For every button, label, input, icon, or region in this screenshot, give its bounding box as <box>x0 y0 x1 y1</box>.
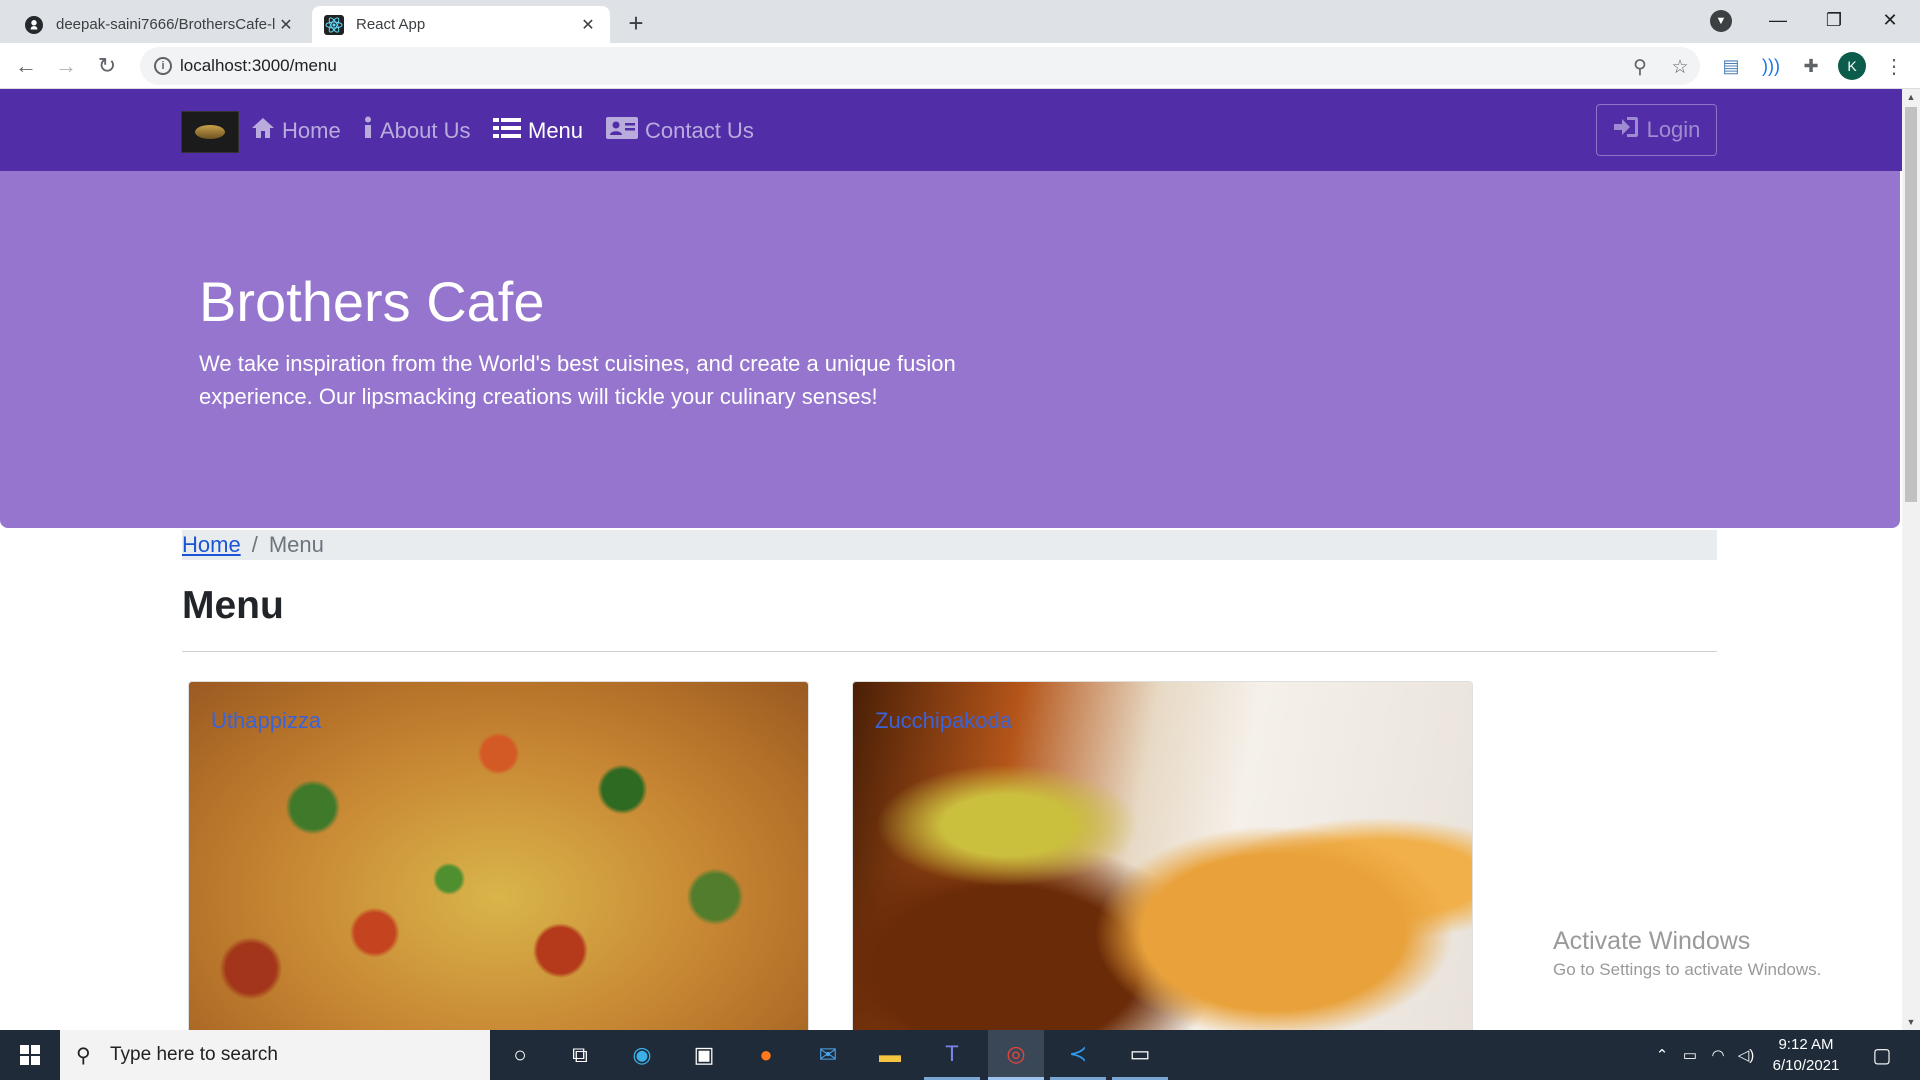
dish-image <box>853 682 1472 1030</box>
login-button[interactable]: Login <box>1596 104 1717 156</box>
volume-icon[interactable]: ◁) <box>1732 1030 1760 1080</box>
divider <box>182 651 1717 652</box>
nav-menu-label: Menu <box>528 118 584 143</box>
store-icon[interactable]: ▣ <box>676 1030 732 1080</box>
firefox-icon[interactable]: ● <box>738 1030 794 1080</box>
scroll-thumb[interactable] <box>1905 107 1917 502</box>
address-bar[interactable]: i localhost:3000/menu ⚲ ☆ <box>140 47 1700 85</box>
cortana-icon[interactable]: ○ <box>492 1030 548 1080</box>
dish-image <box>189 682 808 1030</box>
vscode-icon[interactable]: ≺ <box>1050 1030 1106 1080</box>
reload-button[interactable]: ↻ <box>93 52 121 80</box>
restore-button[interactable]: ❐ <box>1806 0 1862 40</box>
home-icon <box>251 117 275 145</box>
page-viewport: Home About Us Menu Contact Us Login Brot… <box>0 89 1902 1030</box>
start-button[interactable] <box>0 1030 60 1080</box>
wifi-icon[interactable]: ◠ <box>1704 1030 1732 1080</box>
dish-card[interactable]: Uthappizza <box>188 681 809 1030</box>
zoom-icon[interactable]: ⚲ <box>1628 55 1652 79</box>
dish-name: Zucchipakoda <box>875 708 1012 733</box>
clock-date: 6/10/2021 <box>1772 1057 1840 1074</box>
extension-wave-icon[interactable]: ))) <box>1757 52 1785 80</box>
taskbar-search-placeholder: Type here to search <box>110 1044 278 1065</box>
extensions-puzzle-icon[interactable]: ✚ <box>1797 52 1825 80</box>
tab-title: deepak-saini7666/BrothersCafe-l <box>56 16 276 33</box>
watermark-title: Activate Windows <box>1553 927 1751 955</box>
task-view-icon[interactable]: ⧉ <box>552 1030 608 1080</box>
taskbar-clock[interactable]: 9:12 AM 6/10/2021 <box>1760 1034 1852 1076</box>
nav-menu[interactable]: Menu <box>493 115 583 147</box>
page-scrollbar[interactable]: ▲ ▼ <box>1902 89 1920 1030</box>
browser-tab-github[interactable]: deepak-saini7666/BrothersCafe-l ✕ <box>12 6 308 43</box>
terminal-icon[interactable]: ▭ <box>1112 1030 1168 1080</box>
breadcrumb: Home / Menu <box>182 530 1717 560</box>
teams-icon[interactable]: T <box>924 1030 980 1080</box>
site-info-icon[interactable]: i <box>154 57 172 75</box>
nav-about-us[interactable]: About Us <box>363 115 471 147</box>
breadcrumb-home-link[interactable]: Home <box>182 532 241 558</box>
taskbar-search-box[interactable]: ⚲ Type here to search <box>60 1030 490 1080</box>
chrome-icon[interactable]: ◎ <box>988 1030 1044 1080</box>
hero-description: We take inspiration from the World's bes… <box>199 351 956 409</box>
tab-title: React App <box>356 16 426 33</box>
nav-about-us-label: About Us <box>380 118 471 143</box>
watermark-subtitle: Go to Settings to activate Windows. <box>1553 960 1822 979</box>
extension-screen-icon[interactable]: ▤ <box>1717 52 1745 80</box>
page-title: Menu <box>182 584 284 627</box>
scroll-up-icon[interactable]: ▲ <box>1902 89 1920 105</box>
file-explorer-icon[interactable]: ▬ <box>862 1030 918 1080</box>
close-icon[interactable]: ✕ <box>276 15 296 35</box>
breadcrumb-current: Menu <box>268 532 324 557</box>
scroll-down-icon[interactable]: ▼ <box>1902 1014 1920 1030</box>
forward-button[interactable]: → <box>52 52 80 80</box>
browser-tab-react-app[interactable]: React App ✕ <box>312 6 610 43</box>
url-text: localhost:3000/menu <box>180 56 337 75</box>
nav-contact-us-label: Contact Us <box>645 118 754 143</box>
show-hidden-icons[interactable]: ⌃ <box>1650 1030 1674 1080</box>
info-icon <box>363 116 373 146</box>
windows-logo-icon <box>20 1045 40 1065</box>
browser-menu-icon[interactable]: ⋮ <box>1880 52 1908 80</box>
github-icon <box>24 15 44 35</box>
brand-logo[interactable] <box>181 111 239 153</box>
nav-contact-us[interactable]: Contact Us <box>606 115 754 147</box>
mail-icon[interactable]: ✉ <box>800 1030 856 1080</box>
list-icon <box>493 117 521 145</box>
activate-windows-watermark: Activate Windows Go to Settings to activ… <box>1553 927 1821 980</box>
sign-in-icon <box>1613 116 1639 144</box>
battery-icon[interactable]: ▭ <box>1676 1030 1704 1080</box>
new-tab-button[interactable]: + <box>622 9 650 37</box>
back-button[interactable]: ← <box>12 52 40 80</box>
close-icon[interactable]: ✕ <box>578 15 598 35</box>
notifications-icon[interactable]: ▢ <box>1862 1030 1902 1080</box>
browser-toolbar: ← → ↻ i localhost:3000/menu ⚲ ☆ <box>0 43 1920 89</box>
dish-card[interactable]: Zucchipakoda <box>852 681 1473 1030</box>
windows-taskbar: ⚲ Type here to search ○ ⧉ ◉ ▣ ● ✉ ▬ T ◎ … <box>0 1030 1920 1080</box>
hero-title: Brothers Cafe <box>199 270 545 333</box>
dish-name: Uthappizza <box>211 708 322 733</box>
address-card-icon <box>606 116 638 146</box>
tab-search-icon[interactable]: ▼ <box>1710 10 1732 32</box>
browser-tabstrip: deepak-saini7666/BrothersCafe-l ✕ React … <box>0 0 1920 43</box>
clock-time: 9:12 AM <box>1778 1036 1834 1053</box>
react-icon <box>324 14 344 35</box>
breadcrumb-separator: / <box>251 532 258 557</box>
close-window-button[interactable]: ✕ <box>1862 0 1918 40</box>
profile-avatar[interactable]: K <box>1838 52 1866 80</box>
bookmark-star-icon[interactable]: ☆ <box>1668 55 1692 79</box>
edge-icon[interactable]: ◉ <box>614 1030 670 1080</box>
minimize-button[interactable]: — <box>1750 0 1806 40</box>
nav-home[interactable]: Home <box>251 115 341 147</box>
nav-home-label: Home <box>282 118 341 143</box>
login-label: Login <box>1646 117 1701 142</box>
site-navbar: Home About Us Menu Contact Us Login <box>0 89 1902 171</box>
hero-jumbotron: Brothers Cafe We take inspiration from t… <box>0 171 1900 528</box>
search-icon: ⚲ <box>76 1045 91 1067</box>
